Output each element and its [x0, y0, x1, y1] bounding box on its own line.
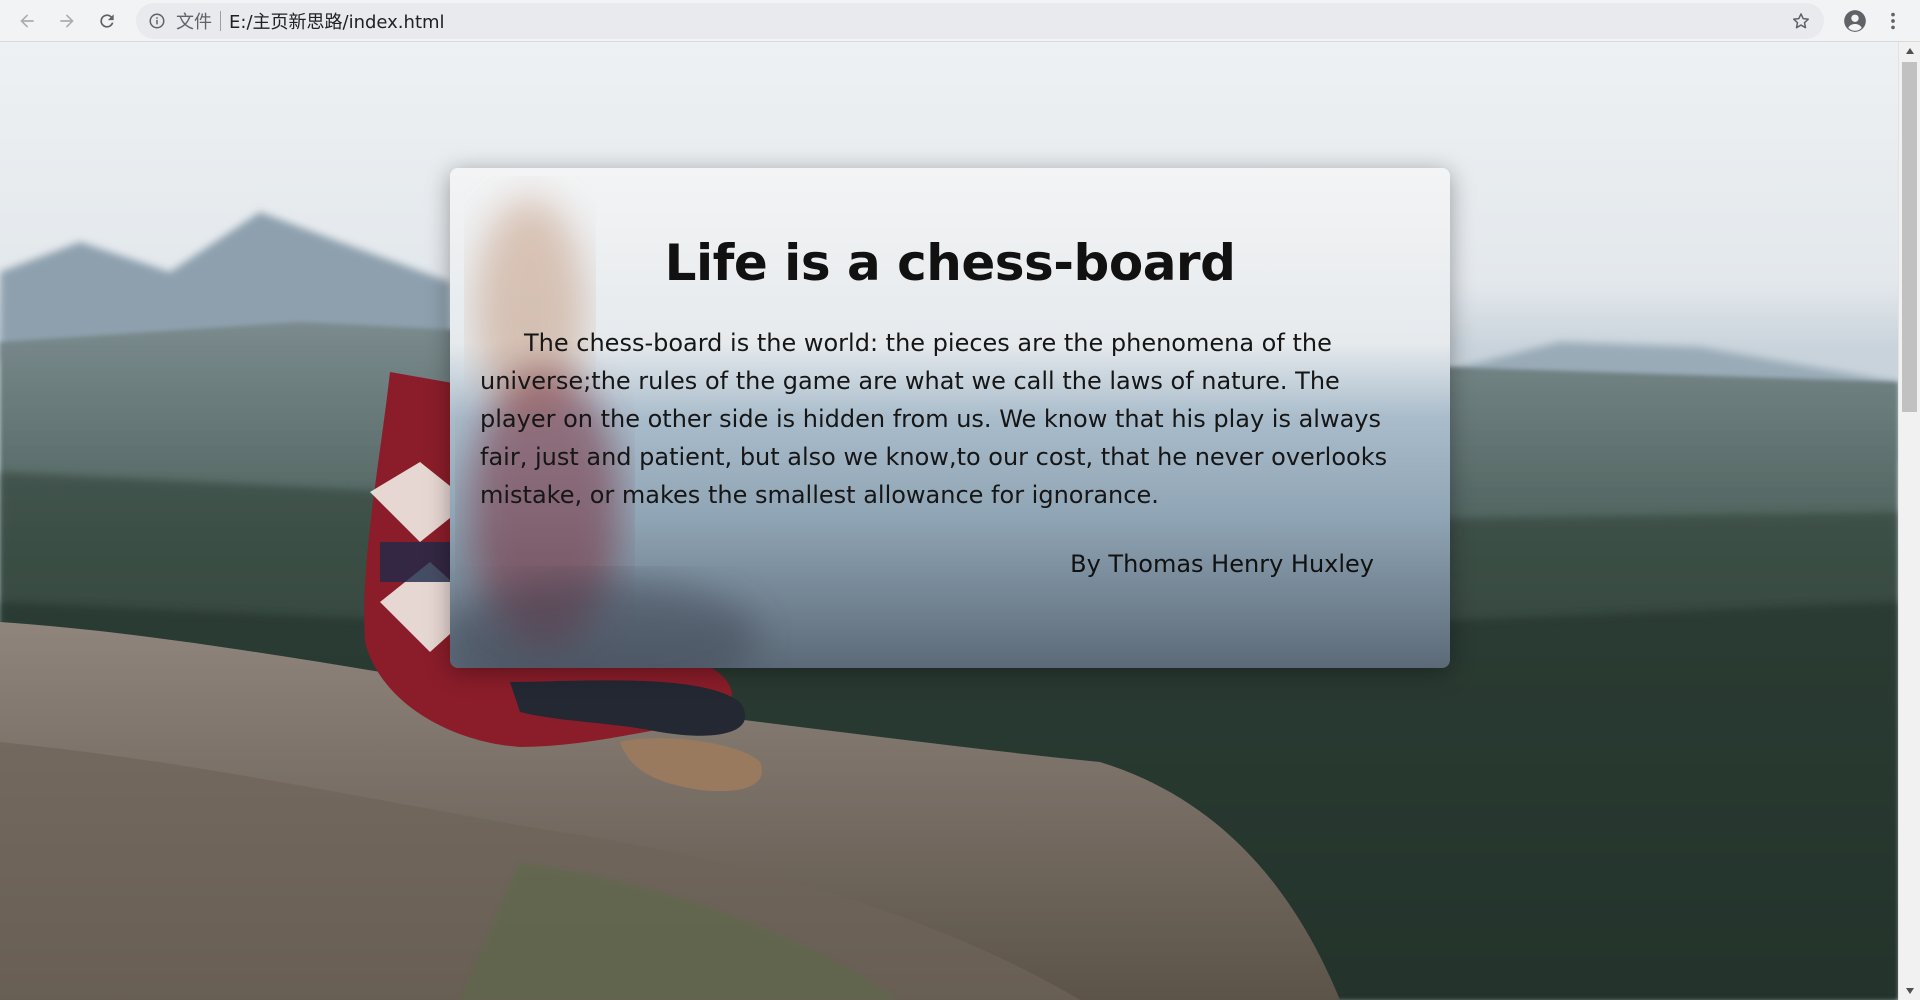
back-button[interactable] — [10, 4, 44, 38]
browser-toolbar: 文件 E:/主页新思路/index.html — [0, 0, 1920, 42]
menu-button[interactable] — [1876, 4, 1910, 38]
account-circle-icon — [1844, 10, 1866, 32]
card-content: Life is a chess-board The chess-board is… — [450, 168, 1450, 668]
url-text[interactable]: E:/主页新思路/index.html — [229, 8, 445, 34]
account-button[interactable] — [1838, 4, 1872, 38]
forward-button[interactable] — [50, 4, 84, 38]
reload-button[interactable] — [90, 4, 124, 38]
page-viewport: Life is a chess-board The chess-board is… — [0, 42, 1898, 1000]
omnibox-divider — [220, 11, 221, 31]
card-author: By Thomas Henry Huxley — [1070, 550, 1374, 578]
scroll-down-arrow-icon[interactable] — [1899, 982, 1920, 1000]
address-bar[interactable]: 文件 E:/主页新思路/index.html — [136, 3, 1824, 39]
quote-card: Life is a chess-board The chess-board is… — [450, 168, 1450, 668]
info-icon[interactable] — [148, 12, 166, 30]
card-body: The chess-board is the world: the pieces… — [480, 329, 1388, 509]
vertical-scrollbar[interactable] — [1898, 42, 1920, 1000]
vertical-dots-icon — [1891, 12, 1895, 30]
scroll-up-arrow-icon[interactable] — [1899, 42, 1920, 60]
reload-icon — [100, 14, 114, 28]
scrollbar-thumb[interactable] — [1902, 62, 1917, 412]
arrow-left-icon — [20, 14, 34, 28]
star-icon[interactable] — [1790, 10, 1812, 32]
arrow-right-icon — [60, 14, 74, 28]
card-title: Life is a chess-board — [664, 234, 1236, 292]
scheme-label: 文件 — [176, 12, 212, 33]
